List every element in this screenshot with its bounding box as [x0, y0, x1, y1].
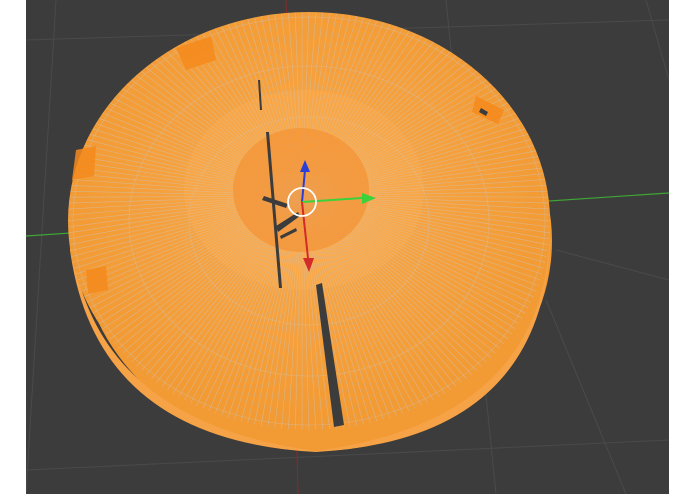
cylinder-mesh[interactable]	[68, 12, 552, 452]
3d-viewport[interactable]	[26, 0, 669, 494]
screenshot-frame	[0, 0, 695, 494]
viewport-canvas[interactable]	[26, 0, 669, 494]
